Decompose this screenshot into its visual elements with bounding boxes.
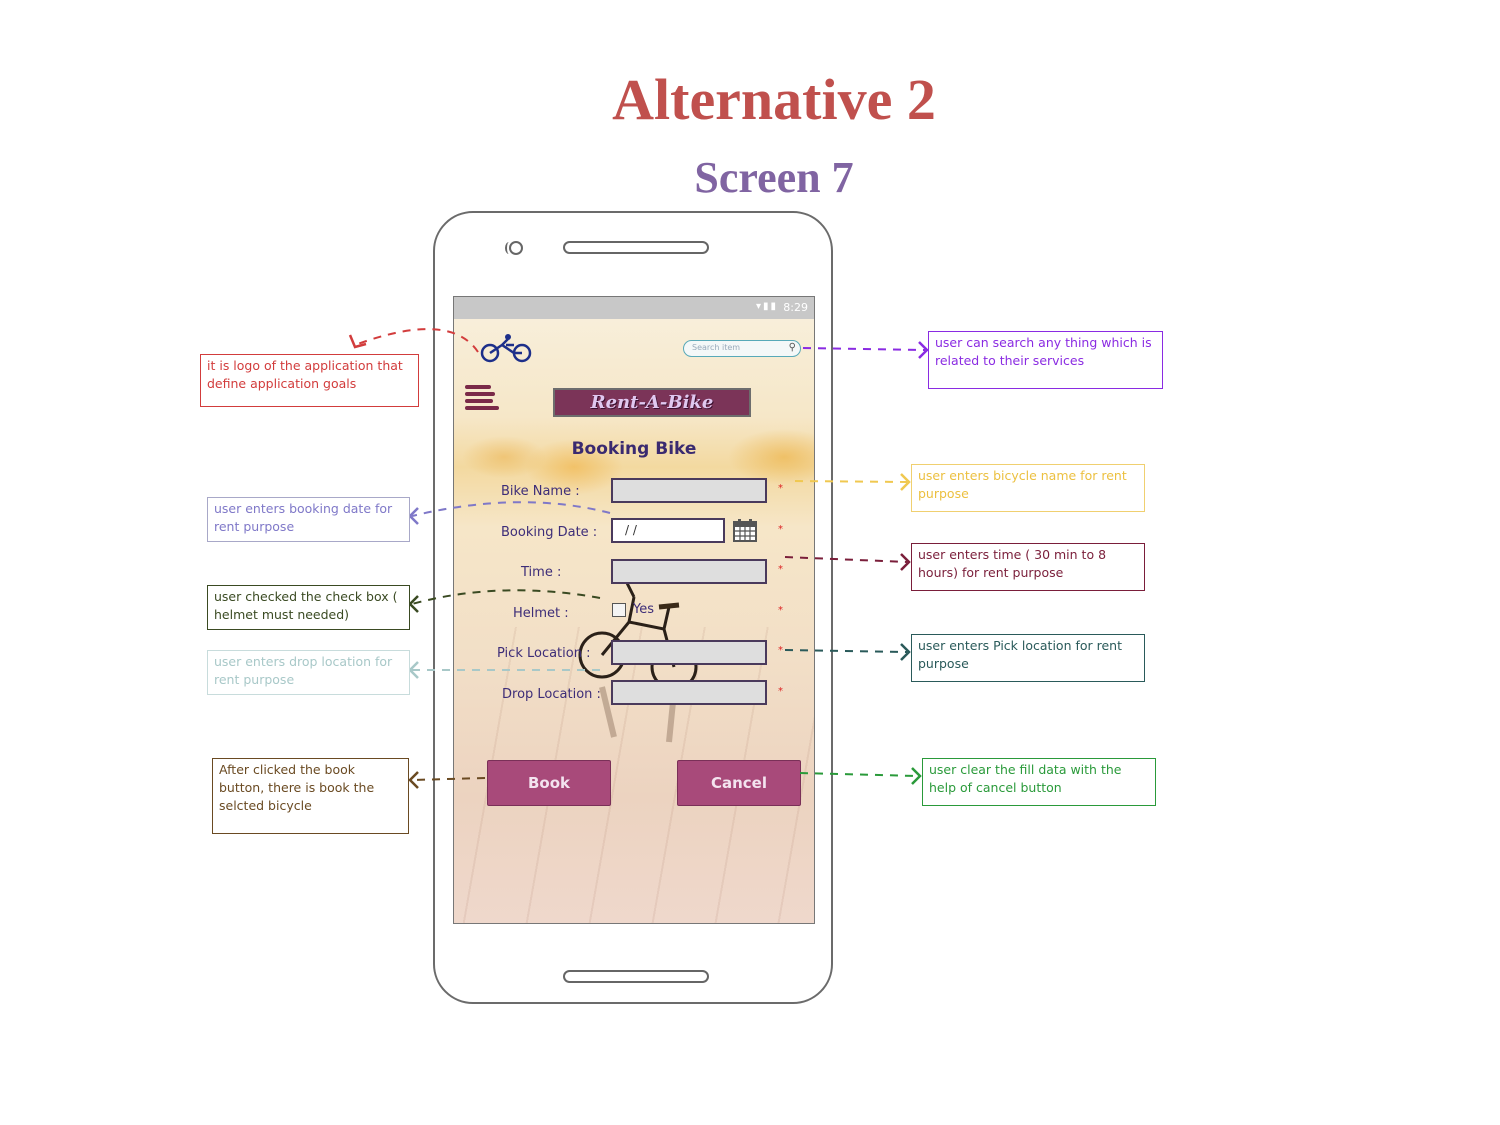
connector-search [802,347,926,351]
annotation-time: user enters time ( 30 min to 8 hours) fo… [911,543,1145,591]
connector-book [411,777,486,781]
annotation-connectors [348,328,929,789]
annotation-booking-date: user enters booking date for rent purpos… [207,497,410,542]
annotation-bike-name: user enters bicycle name for rent purpos… [911,464,1145,512]
connector-time [784,556,908,563]
annotation-pick-location: user enters Pick location for rent purpo… [911,634,1145,682]
annotation-helmet: user checked the check box ( helmet must… [207,585,410,630]
connector-pick-location [784,649,908,653]
annotation-drop-location: user enters drop location for rent purpo… [207,650,410,695]
connector-booking-date [411,501,611,517]
connector-cancel [799,772,918,777]
annotation-logo: it is logo of the application that defin… [200,354,419,407]
connector-helmet [411,589,601,605]
arrowhead-book [408,771,419,789]
connector-logo [354,328,479,353]
annotation-book: After clicked the book button, there is … [212,758,409,834]
annotation-search: user can search any thing which is relat… [928,331,1163,389]
connector-bike-name [794,480,908,483]
annotation-cancel: user clear the fill data with the help o… [922,758,1156,806]
arrowhead-cancel [911,767,922,785]
